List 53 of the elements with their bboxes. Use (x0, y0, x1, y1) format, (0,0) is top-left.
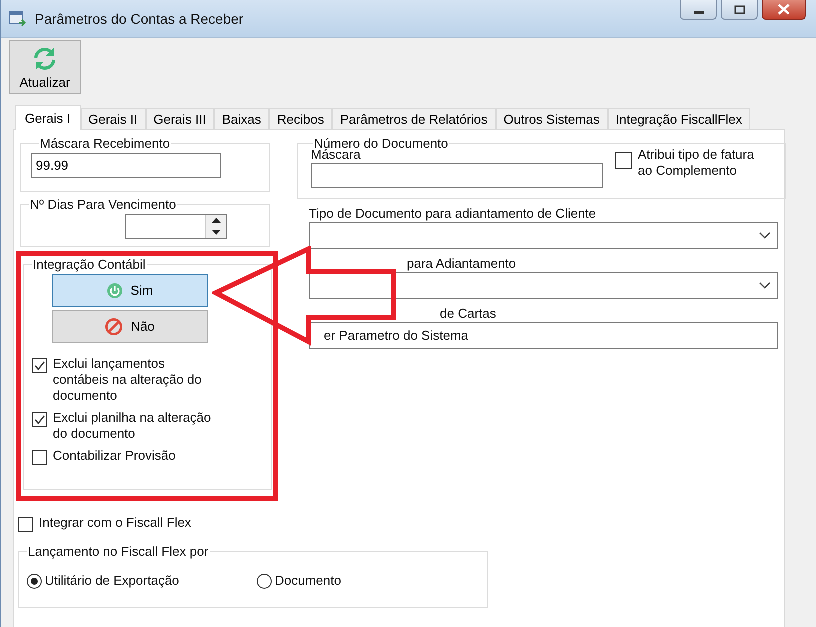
checkbox-label: Atribui tipo de fatura ao Complemento (638, 147, 756, 179)
no-button[interactable]: Não (52, 310, 208, 343)
field-label: Tipo de Documento para adiantamento de Cliente (309, 206, 596, 222)
checkbox-label: Contabilizar Provisão (53, 448, 176, 464)
tab[interactable]: Gerais II (80, 108, 146, 129)
restore-icon (734, 4, 746, 14)
close-button[interactable] (762, 0, 806, 20)
prohibited-icon (105, 318, 124, 336)
yes-button[interactable]: Sim (52, 274, 208, 307)
maximize-button[interactable] (721, 0, 758, 20)
minimize-icon (694, 11, 704, 14)
tab[interactable]: Gerais I (15, 105, 81, 130)
radio-label: Utilitário de Exportação (45, 573, 180, 589)
field-label: de Cartas (440, 306, 496, 322)
checkbox[interactable] (32, 358, 47, 373)
group-title: Máscara Recebimento (39, 136, 172, 151)
checkbox-label: Exclui lançamentos contábeis na alteração do documento (53, 356, 203, 404)
dropdown[interactable] (309, 272, 778, 299)
radio-button[interactable] (27, 574, 42, 588)
dropdown[interactable] (309, 222, 778, 249)
radio-button[interactable] (257, 574, 272, 588)
window-icon (9, 10, 27, 26)
power-icon (106, 282, 123, 298)
close-icon (777, 4, 791, 15)
tab[interactable]: Gerais III (146, 108, 214, 129)
chevron-down-icon (759, 282, 771, 289)
group-title: Nº Dias Para Vencimento (29, 197, 178, 212)
checkbox[interactable] (32, 412, 47, 427)
group-title: Lançamento no Fiscall Flex por (27, 544, 210, 559)
field-label: para Adiantamento (407, 256, 516, 272)
tab[interactable]: Recibos (269, 108, 332, 129)
checkbox[interactable] (615, 152, 632, 169)
chevron-down-icon (759, 232, 771, 239)
minimize-button[interactable] (680, 0, 717, 20)
group-title: Integração Contábil (32, 258, 147, 272)
checkbox-label: Exclui planilha na alteração do documento (53, 410, 212, 442)
checkbox[interactable] (32, 450, 47, 465)
spin-field[interactable] (125, 214, 227, 239)
input-field[interactable] (311, 163, 603, 188)
tab[interactable]: Baixas (214, 108, 270, 129)
checkbox-label: Integrar com o Fiscall Flex (39, 515, 192, 531)
input-field[interactable]: 99.99 (31, 153, 221, 178)
radio-label: Documento (275, 573, 342, 589)
tab[interactable]: Integração FiscallFlex (608, 108, 750, 129)
down-arrow-icon (212, 230, 220, 235)
up-arrow-icon (212, 218, 220, 224)
tab[interactable]: Parâmetros de Relatórios (332, 108, 496, 129)
input-field[interactable]: er Parametro do Sistema (309, 322, 778, 349)
field-label: Máscara (311, 147, 362, 163)
tab[interactable]: Outros Sistemas (496, 108, 608, 129)
refresh-button[interactable]: Atualizar (9, 40, 81, 94)
checkbox[interactable] (18, 517, 33, 532)
window-title: Parâmetros do Contas a Receber (35, 10, 244, 26)
